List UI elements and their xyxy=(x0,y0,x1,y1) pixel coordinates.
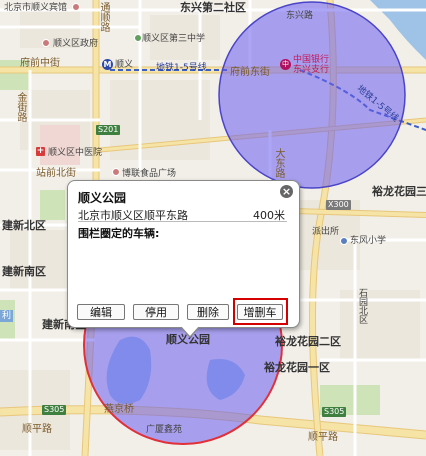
delete-button[interactable]: 删除 xyxy=(187,304,229,320)
map-label-jianxin-south-upper: 建新南区 xyxy=(2,265,46,278)
poi-dot xyxy=(340,237,348,245)
map-label-shunyi-hotel: 北京市顺义宾馆 xyxy=(4,3,68,13)
map-label-dongxing-community2: 东兴第二社区 xyxy=(180,1,246,14)
road-shield-x300: X300 xyxy=(326,200,351,210)
popup-vehicles-label: 围栏圈定的车辆: xyxy=(78,227,160,240)
popup-title: 顺义公园 xyxy=(78,191,127,205)
poi-dot xyxy=(134,34,142,42)
road-shield-s305: S305 xyxy=(42,405,67,415)
poi-dot xyxy=(72,3,80,11)
disable-button[interactable]: 停用 xyxy=(133,304,179,320)
map-label-li: 利 xyxy=(0,310,14,322)
map-label-metro-line15: 地铁1-5号线 xyxy=(156,63,207,73)
hospital-icon: + xyxy=(36,146,45,156)
highlight-box xyxy=(233,298,288,325)
road-shield-s201: S201 xyxy=(96,125,121,135)
map-label-yulong-garden2: 裕龙花园二区 xyxy=(275,335,341,348)
map-label-bank-of-china: 中国银行 东兴支行 xyxy=(293,55,330,75)
map-label-fuqian-east-street: 府前东街 xyxy=(230,67,270,78)
map-label-yulong-garden1: 裕龙花园一区 xyxy=(264,361,330,374)
map-label-police: 派出所 xyxy=(312,227,340,237)
poi-dot xyxy=(42,39,50,47)
poi-dot xyxy=(112,168,120,176)
bank-icon: 中 xyxy=(280,59,291,70)
map-label-dongfeng-school: 东风小学 xyxy=(350,236,387,246)
map-label-yanjing-bridge: 燕京桥 xyxy=(104,404,134,415)
map-label-boyuan-plaza: 博联食品广场 xyxy=(122,169,177,179)
map-label-dadong-road: 大东路 xyxy=(273,148,284,178)
fence-info-popup: 顺义公园 × 北京市顺义区顺平东路 400米 围栏圈定的车辆: 编辑 停用 删除… xyxy=(67,180,300,338)
road-shield-s305-b: S305 xyxy=(322,407,347,417)
map-label-jinjie-road: 金街路 xyxy=(15,92,26,122)
popup-divider xyxy=(78,221,287,222)
map-label-tonghui-road: 通顺路 xyxy=(98,2,109,32)
map-label-fuqian-street: 府前中街 xyxy=(20,58,60,69)
map-label-shunyi-hospital: 顺义区中医院 xyxy=(48,148,103,158)
map-label-zhanqian-road: 站前北街 xyxy=(36,168,76,179)
map-label-guangxia: 广厦鑫苑 xyxy=(146,425,183,435)
map-label-shunping-road: 顺平路 xyxy=(22,424,52,435)
map-label-shiyuan-north: 石园北区 xyxy=(357,288,367,324)
map-label-jianxin-north: 建新北区 xyxy=(2,219,46,232)
map-label-shunyi-gov: 顺义区政府 xyxy=(53,39,99,49)
map-label-shunping-road-b: 顺平路 xyxy=(308,432,338,443)
popup-tail xyxy=(181,326,199,336)
map-label-shunyi-metro: 顺义 xyxy=(115,60,134,70)
edit-button[interactable]: 编辑 xyxy=(77,304,125,320)
metro-icon: M xyxy=(102,59,113,70)
map-label-dongxing-road: 东兴路 xyxy=(286,11,314,21)
map-label-yulong-garden3: 裕龙花园三 xyxy=(372,185,426,198)
close-icon[interactable]: × xyxy=(280,185,293,198)
map-label-no3-middle-school: 顺义区第三中学 xyxy=(142,34,206,44)
